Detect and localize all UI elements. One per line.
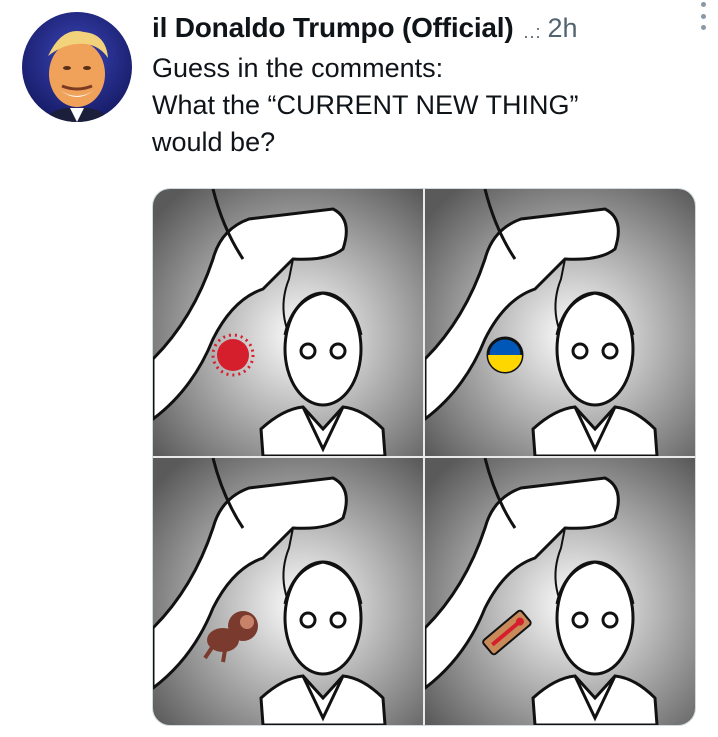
media-panel-1[interactable]: [153, 189, 423, 456]
media-panel-4[interactable]: [425, 458, 695, 725]
display-name[interactable]: il Donaldo Trumpo (Official): [152, 12, 514, 44]
more-icon[interactable]: [698, 2, 708, 30]
tweet[interactable]: il Donaldo Trumpo (Official) ..: 2h Gues…: [0, 0, 718, 737]
tweet-text-line: Guess in the comments:: [152, 53, 444, 83]
tweet-text-line: What the “CURRENT NEW THING”: [152, 90, 579, 120]
media-panel-2[interactable]: [425, 189, 695, 456]
tweet-text-line: would be?: [152, 127, 276, 157]
media-panel-3[interactable]: [153, 458, 423, 725]
avatar[interactable]: [22, 12, 132, 122]
verified-icon: ..:: [523, 21, 542, 42]
timestamp[interactable]: 2h: [548, 13, 578, 44]
more-dot: [700, 25, 706, 30]
tweet-media-grid[interactable]: [152, 188, 696, 726]
more-dot: [700, 13, 706, 19]
ukraine-flag-badge-icon: [486, 336, 524, 374]
more-dot: [700, 2, 706, 7]
tweet-header: il Donaldo Trumpo (Official) ..: 2h: [152, 10, 692, 46]
tweet-text: Guess in the comments: What the “CURRENT…: [152, 50, 692, 161]
